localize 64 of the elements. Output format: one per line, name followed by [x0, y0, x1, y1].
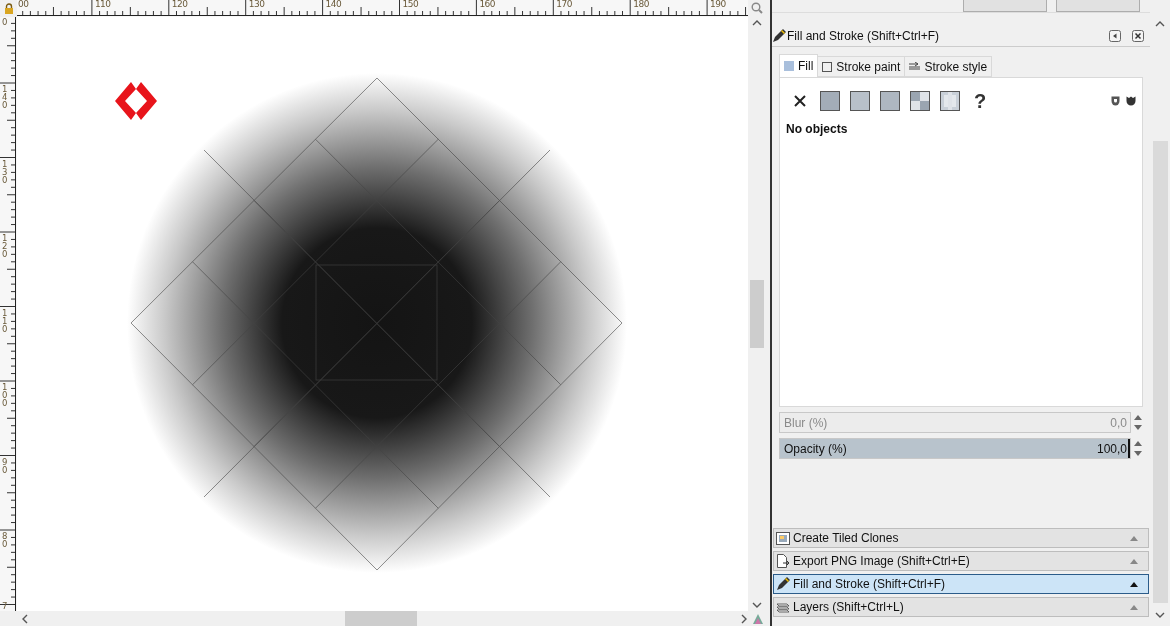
dock-item[interactable]: Fill and Stroke (Shift+Ctrl+F): [773, 574, 1149, 594]
stroke-icon: [822, 61, 833, 72]
scrollbar-thumb[interactable]: [345, 611, 417, 626]
scrollbar-thumb[interactable]: [749, 280, 764, 348]
color-management-icon[interactable]: [752, 612, 764, 625]
ruler-label: 130: [2, 159, 9, 184]
tab[interactable]: Stroke paint: [817, 56, 906, 77]
scroll-up-icon[interactable]: [751, 19, 762, 27]
scroll-down-icon[interactable]: [751, 601, 762, 609]
logo-icon: [115, 82, 157, 120]
ruler-label: 140: [325, 0, 342, 9]
increment-icon[interactable]: [1134, 414, 1142, 420]
lock-icon[interactable]: [3, 3, 14, 14]
zoom-icon[interactable]: [750, 2, 763, 14]
ruler-label: 130: [248, 0, 265, 9]
decrement-icon[interactable]: [1134, 451, 1142, 457]
dialog-title: Fill and Stroke (Shift+Ctrl+F): [787, 29, 941, 43]
iconify-icon[interactable]: [1109, 30, 1121, 42]
ruler-label: 0: [2, 18, 9, 26]
ruler-label: 7: [2, 602, 9, 610]
slider[interactable]: Opacity (%) 100,0: [779, 438, 1131, 459]
scroll-up-icon[interactable]: [1155, 20, 1165, 28]
evenodd-icon[interactable]: [1111, 96, 1120, 106]
ruler-label: 190: [710, 0, 726, 9]
ruler-label: 110: [94, 0, 111, 9]
increment-icon[interactable]: [1134, 440, 1142, 446]
flat-color-button[interactable]: [820, 91, 840, 111]
document-icon: [776, 554, 790, 568]
decrement-icon[interactable]: [1134, 425, 1142, 431]
nonzero-icon[interactable]: [1126, 96, 1136, 106]
ruler-label: 100: [2, 383, 9, 407]
swatch-button[interactable]: [940, 91, 960, 111]
canvas[interactable]: [17, 17, 748, 611]
tab[interactable]: Fill: [779, 54, 819, 77]
ruler-label: 180: [633, 0, 649, 9]
ruler-label: 80: [2, 532, 9, 548]
ruler-label: 160: [479, 0, 496, 9]
dock-item[interactable]: Layers (Shift+Ctrl+L): [773, 597, 1149, 617]
pattern-button[interactable]: [910, 91, 930, 111]
stroke-style-icon: [909, 62, 921, 71]
dock-item[interactable]: Create Tiled Clones: [773, 528, 1149, 548]
radial-gradient-button[interactable]: [880, 91, 900, 111]
ruler-label: 150: [402, 0, 419, 9]
tiles-icon: [776, 531, 790, 545]
status-text: No objects: [786, 122, 849, 136]
tab[interactable]: Stroke style: [904, 56, 993, 77]
ruler-label: 140: [2, 85, 9, 109]
dock-item[interactable]: Export PNG Image (Shift+Ctrl+E): [773, 551, 1149, 571]
expand-icon[interactable]: [1130, 581, 1138, 587]
ruler-label: 170: [556, 0, 572, 9]
ruler-label: 120: [2, 234, 9, 258]
pencil-icon: [776, 577, 790, 591]
fill-icon: [784, 61, 794, 71]
ruler-label: 110: [2, 308, 9, 333]
close-icon[interactable]: [1132, 30, 1144, 42]
scroll-down-icon[interactable]: [1155, 611, 1165, 619]
ruler-label: 120: [171, 0, 188, 9]
unset-paint-button[interactable]: ?: [970, 91, 990, 111]
scroll-left-icon[interactable]: [21, 613, 29, 624]
ruler-label: 00: [18, 0, 29, 9]
layers-icon: [776, 601, 790, 613]
scroll-right-icon[interactable]: [740, 613, 748, 624]
ruler-label: 90: [2, 457, 9, 474]
linear-gradient-button[interactable]: [850, 91, 870, 111]
